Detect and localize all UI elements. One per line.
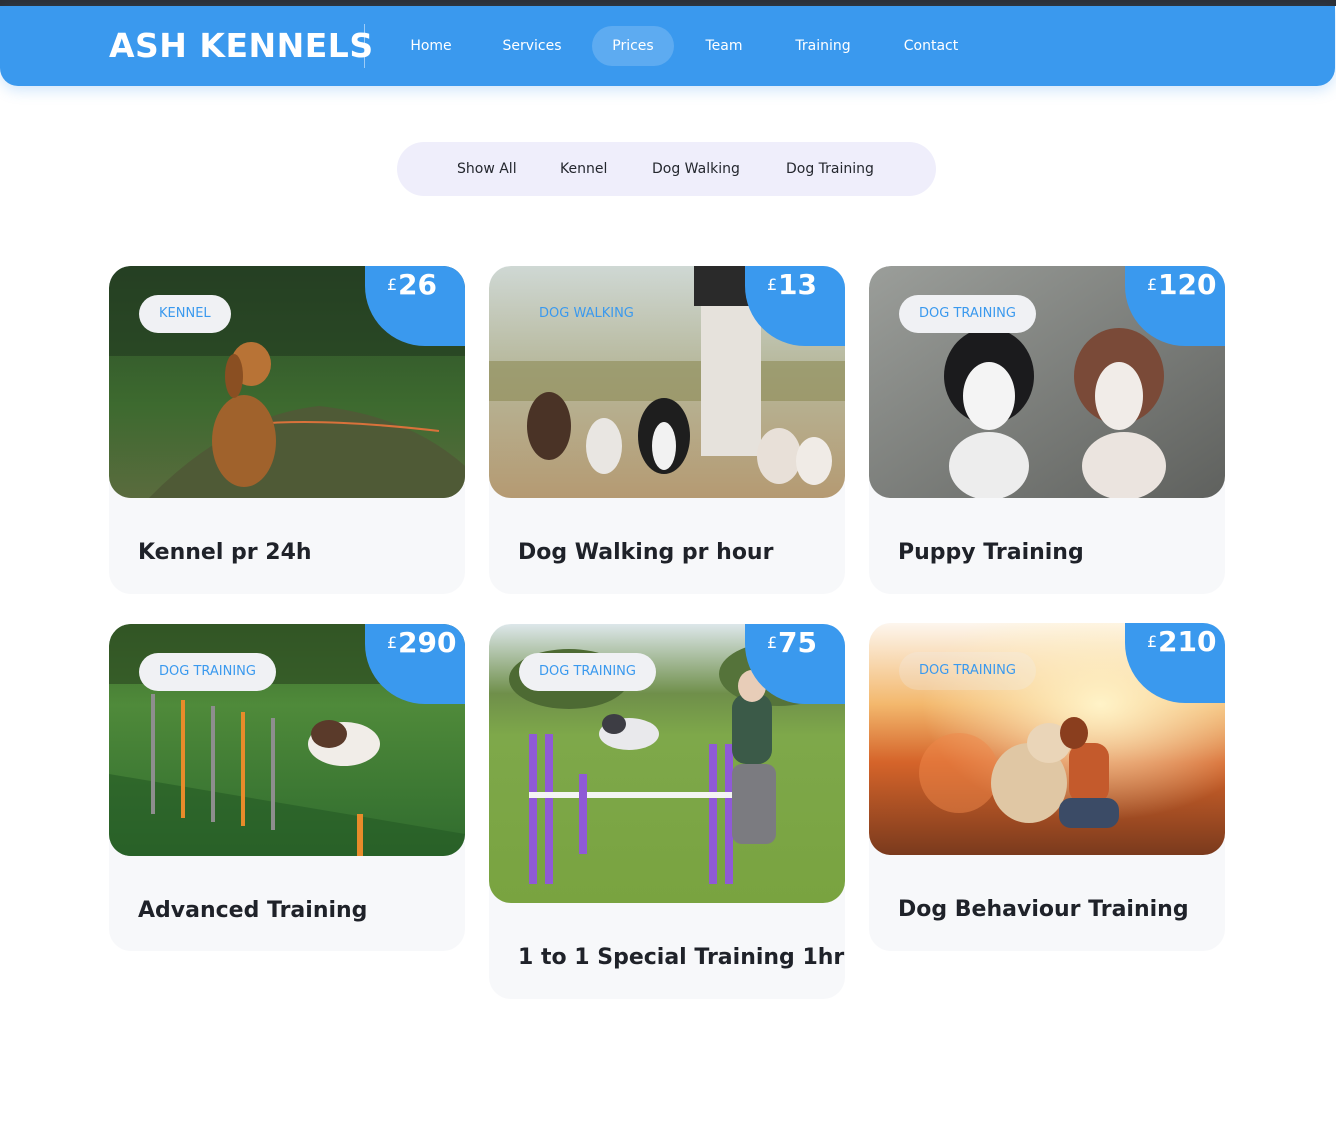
- price-card-kennel[interactable]: £ 26 KENNEL Kennel pr 24h: [109, 266, 465, 594]
- card-title[interactable]: 1 to 1 Special Training 1hr: [518, 945, 844, 970]
- category-chip[interactable]: DOG WALKING: [519, 295, 654, 333]
- price-card-advanced-training[interactable]: £ 290 DOG TRAINING Advanced Training: [109, 624, 465, 951]
- price-value: 26: [398, 268, 437, 301]
- currency-symbol: £: [767, 633, 778, 652]
- price-value: 13: [778, 268, 817, 301]
- category-filter-bar: Show All Kennel Dog Walking Dog Training: [397, 142, 936, 196]
- nav-home[interactable]: Home: [392, 26, 470, 66]
- currency-symbol: £: [1147, 632, 1158, 651]
- price-value: 210: [1158, 625, 1217, 658]
- price-card-one-to-one-training[interactable]: £ 75 DOG TRAINING 1 to 1 Special Trainin…: [489, 624, 845, 999]
- filter-dog-training[interactable]: Dog Training: [786, 142, 874, 196]
- price-card-behaviour-training[interactable]: £ 210 DOG TRAINING Dog Behaviour Trainin…: [869, 623, 1225, 951]
- price-card-dog-walking[interactable]: £ 13 DOG WALKING Dog Walking pr hour: [489, 266, 845, 594]
- filter-show-all[interactable]: Show All: [457, 142, 517, 196]
- site-header: ASH KENNELS Home Services Prices Team Tr…: [0, 6, 1335, 86]
- currency-symbol: £: [767, 275, 778, 294]
- filter-dog-walking[interactable]: Dog Walking: [652, 142, 740, 196]
- card-title[interactable]: Puppy Training: [898, 540, 1084, 565]
- category-chip[interactable]: DOG TRAINING: [519, 653, 656, 691]
- card-title[interactable]: Advanced Training: [138, 898, 367, 923]
- price-card-puppy-training[interactable]: £ 120 DOG TRAINING Puppy Training: [869, 266, 1225, 594]
- nav-training[interactable]: Training: [778, 26, 868, 66]
- category-chip[interactable]: DOG TRAINING: [899, 295, 1036, 333]
- price-value: 120: [1158, 268, 1217, 301]
- category-chip[interactable]: DOG TRAINING: [139, 653, 276, 691]
- card-title[interactable]: Kennel pr 24h: [138, 540, 312, 565]
- currency-symbol: £: [387, 633, 398, 652]
- brand-logo[interactable]: ASH KENNELS: [109, 26, 374, 66]
- nav-prices[interactable]: Prices: [592, 26, 674, 66]
- nav-team[interactable]: Team: [688, 26, 760, 66]
- currency-symbol: £: [387, 275, 398, 294]
- currency-symbol: £: [1147, 275, 1158, 294]
- brand-divider: [364, 24, 365, 68]
- card-title[interactable]: Dog Walking pr hour: [518, 540, 773, 565]
- nav-services[interactable]: Services: [486, 26, 578, 66]
- card-title[interactable]: Dog Behaviour Training: [898, 897, 1189, 922]
- price-value: 75: [778, 626, 817, 659]
- nav-contact[interactable]: Contact: [886, 26, 976, 66]
- price-value: 290: [398, 626, 457, 659]
- category-chip[interactable]: DOG TRAINING: [899, 652, 1036, 690]
- filter-kennel[interactable]: Kennel: [560, 142, 607, 196]
- category-chip[interactable]: KENNEL: [139, 295, 231, 333]
